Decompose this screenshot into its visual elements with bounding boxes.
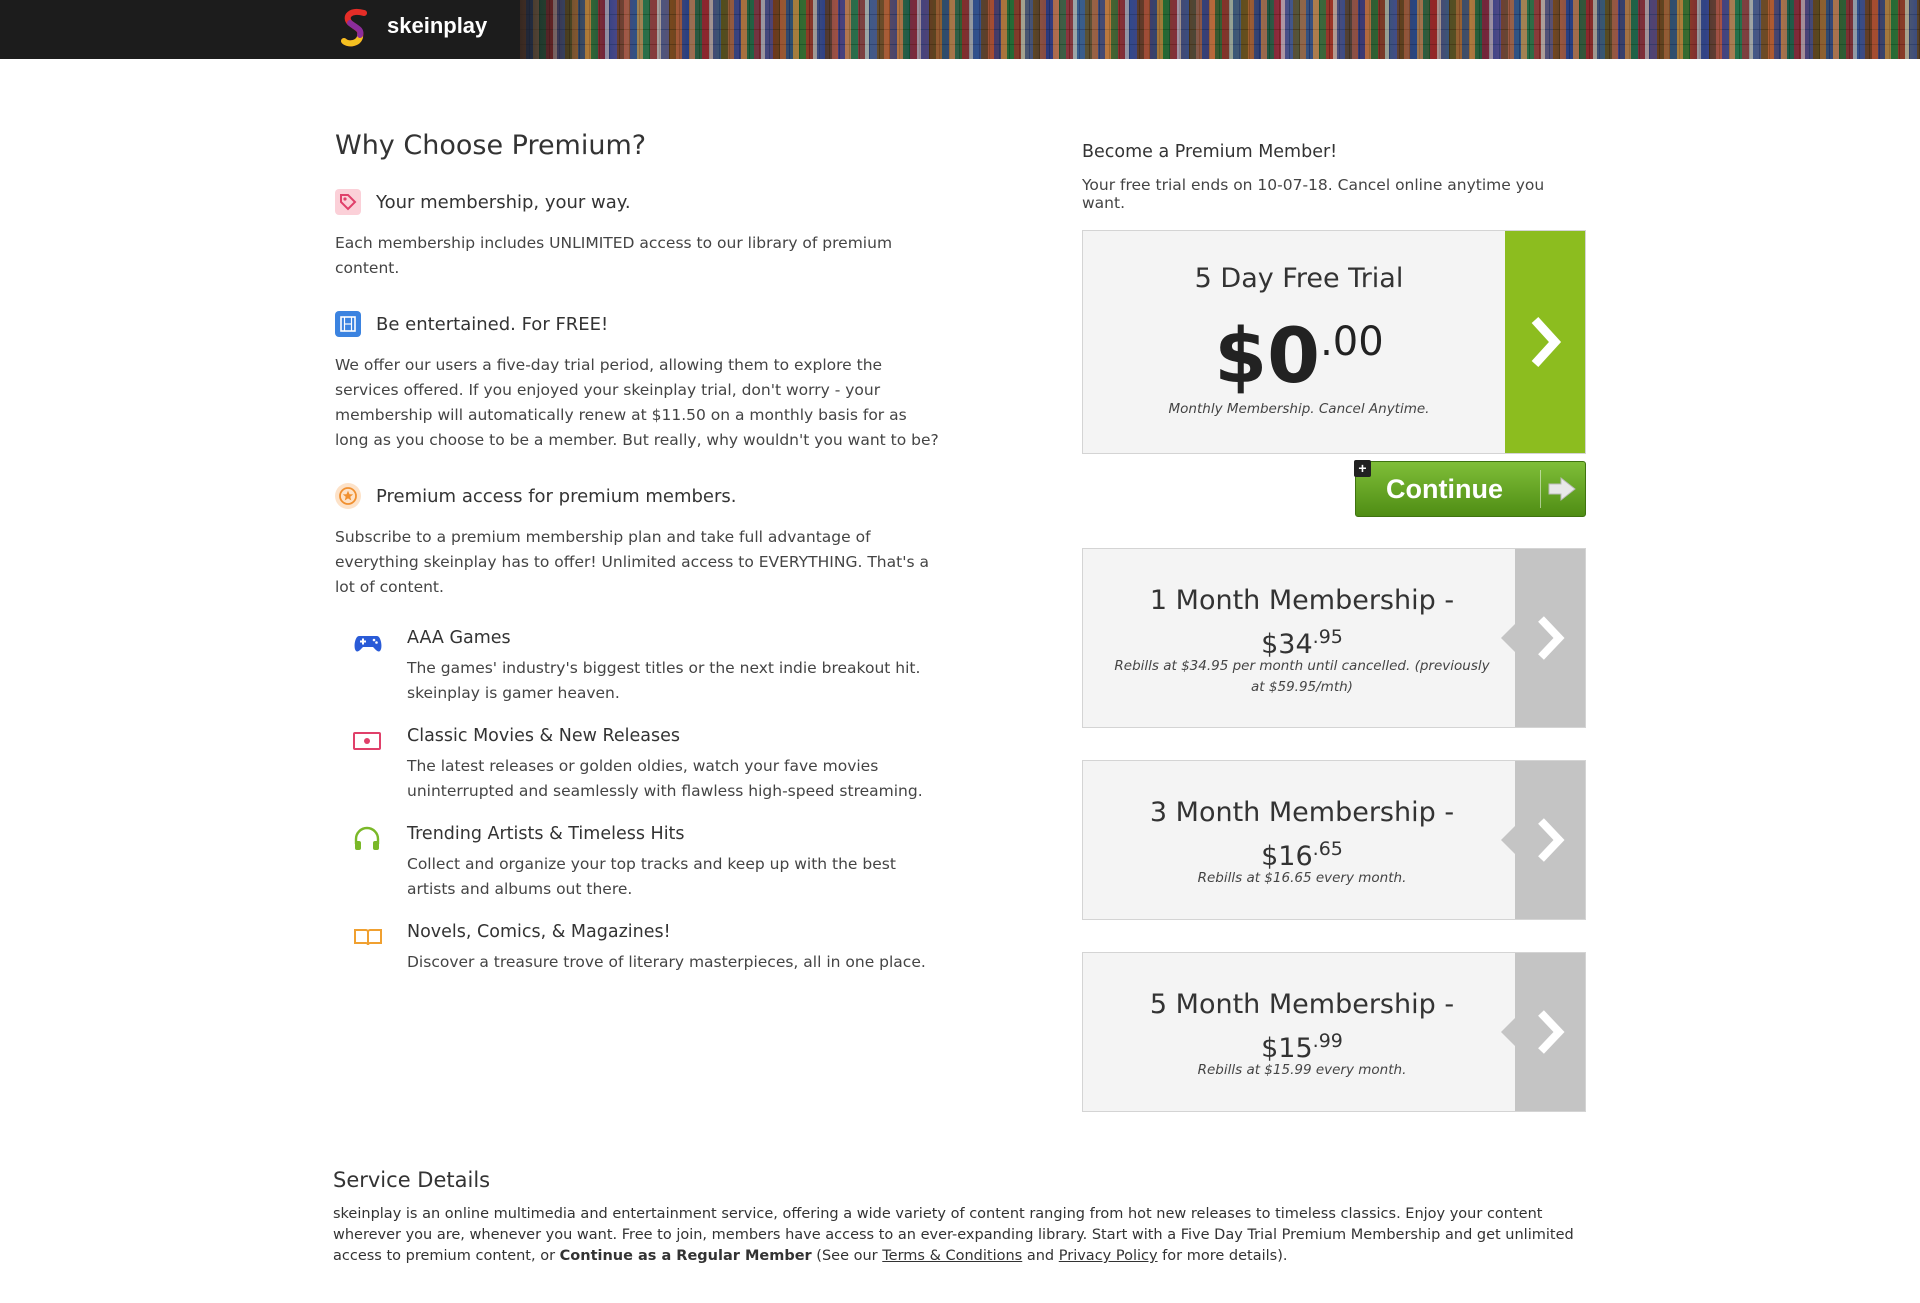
category-games: AAA Games The games' industry's biggest …	[353, 628, 955, 706]
feature-title: Premium access for premium members.	[376, 485, 737, 507]
chevron-right-icon	[1538, 1010, 1565, 1054]
category-text: The latest releases or golden oldies, wa…	[407, 757, 923, 800]
privacy-link[interactable]: Privacy Policy	[1059, 1248, 1158, 1264]
category-title: AAA Games	[407, 628, 511, 648]
why-premium-section: Why Choose Premium? Your membership, you…	[335, 130, 955, 995]
category-books: Novels, Comics, & Magazines! Discover a …	[353, 922, 955, 975]
feature-text: We offer our users a five-day trial peri…	[335, 356, 939, 449]
plan-card-1-month[interactable]: 1 Month Membership - $34.95 Rebills at $3…	[1082, 548, 1586, 728]
continue-regular-member: Continue as a Regular Member	[559, 1248, 812, 1264]
star-icon	[335, 483, 361, 509]
headphones-icon	[354, 826, 380, 850]
free-trial-card[interactable]: 5 Day Free Trial $0.00 Monthly Membershi…	[1082, 230, 1586, 454]
feature-title: Be entertained. For FREE!	[376, 313, 609, 335]
film-icon	[335, 311, 361, 337]
category-text: Discover a treasure trove of literary ma…	[407, 953, 926, 971]
membership-heading: Become a Premium Member!	[1082, 142, 1338, 162]
price-dollars: $0	[1214, 311, 1321, 400]
trial-price: $0.00	[1083, 311, 1515, 400]
arrow-right-icon	[1548, 476, 1576, 502]
content-categories: AAA Games The games' industry's biggest …	[353, 628, 955, 975]
service-details-text: skeinplay is an online multimedia and en…	[333, 1206, 1574, 1264]
movie-icon	[353, 732, 381, 750]
tag-icon	[335, 189, 361, 215]
feature-membership: Your membership, your way. Each membersh…	[335, 187, 955, 281]
trial-title: 5 Day Free Trial	[1194, 263, 1404, 294]
feature-free: Be entertained. For FREE! We offer our u…	[335, 309, 955, 453]
plan-title: 5 Month Membership - $15.99	[1149, 989, 1455, 1064]
plan-note: Rebills at $16.65 every month.	[1197, 870, 1407, 886]
book-icon	[354, 929, 382, 946]
plan-title: 3 Month Membership - $16.65	[1149, 797, 1455, 872]
category-title: Trending Artists & Timeless Hits	[407, 824, 685, 844]
feature-text: Each membership includes UNLIMITED acces…	[335, 234, 893, 277]
feature-premium: Premium access for premium members. Subs…	[335, 481, 955, 600]
plan-note: Rebills at $15.99 every month.	[1197, 1062, 1407, 1078]
gamepad-icon	[354, 636, 382, 652]
category-text: Collect and organize your top tracks and…	[407, 855, 896, 898]
skeinplay-logo-icon[interactable]	[340, 7, 370, 51]
category-movies: Classic Movies & New Releases The latest…	[353, 726, 955, 804]
plan-card-5-month[interactable]: 5 Month Membership - $15.99 Rebills at $1…	[1082, 952, 1586, 1112]
terms-link[interactable]: Terms & Conditions	[882, 1248, 1022, 1264]
chevron-right-icon	[1538, 818, 1565, 862]
feature-title: Your membership, your way.	[376, 191, 631, 213]
feature-text: Subscribe to a premium membership plan a…	[335, 528, 929, 596]
plan-title: 1 Month Membership - $34.95	[1149, 585, 1455, 660]
brand-name[interactable]: skeinplay	[387, 13, 487, 39]
select-plan-arrow[interactable]	[1501, 761, 1585, 919]
continue-label: Continue	[1386, 473, 1503, 504]
chevron-right-icon	[1531, 316, 1562, 368]
price-cents: .00	[1320, 319, 1384, 365]
plus-icon: +	[1354, 460, 1371, 477]
select-trial-arrow[interactable]	[1505, 231, 1585, 453]
category-title: Classic Movies & New Releases	[407, 726, 680, 746]
category-title: Novels, Comics, & Magazines!	[407, 922, 671, 942]
chevron-right-icon	[1538, 616, 1565, 660]
site-header: skeinplay	[0, 0, 1920, 59]
select-plan-arrow[interactable]	[1501, 549, 1585, 727]
service-details-heading: Service Details	[333, 1168, 491, 1192]
select-plan-arrow[interactable]	[1501, 953, 1585, 1111]
category-music: Trending Artists & Timeless Hits Collect…	[353, 824, 955, 902]
category-text: The games' industry's biggest titles or …	[407, 659, 921, 702]
membership-section: Become a Premium Member! Your free trial…	[1082, 142, 1586, 454]
trial-end-notice: Your free trial ends on 10-07-18. Cancel…	[1082, 176, 1545, 212]
trial-note: Monthly Membership. Cancel Anytime.	[1168, 401, 1430, 417]
plan-note: Rebills at $34.95 per month until cancel…	[1114, 658, 1490, 695]
why-premium-heading: Why Choose Premium?	[335, 130, 647, 161]
media-mosaic-overlay	[520, 0, 1920, 59]
continue-button[interactable]: + Continue	[1354, 460, 1586, 517]
plan-card-3-month[interactable]: 3 Month Membership - $16.65 Rebills at $1…	[1082, 760, 1586, 920]
service-details-section: Service Details skeinplay is an online m…	[333, 1168, 1593, 1267]
